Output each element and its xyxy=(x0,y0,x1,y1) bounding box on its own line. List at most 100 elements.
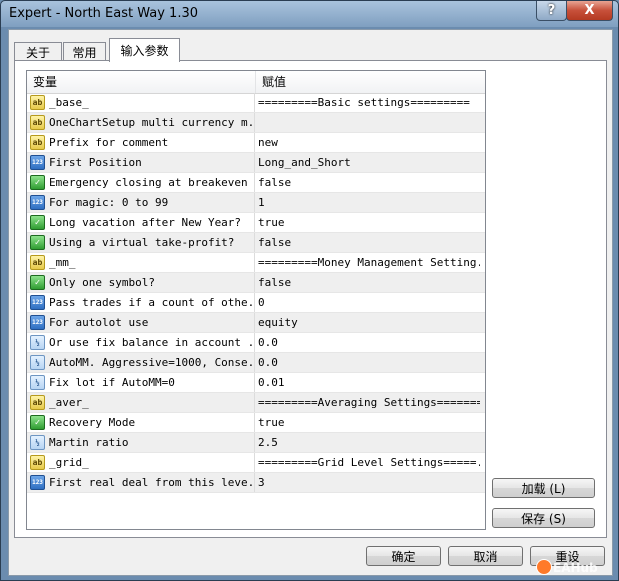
dialog-client: 关于 常用 输入参数 变量 赋值 ab _base_ =========Basic … xyxy=(8,29,613,576)
load-button[interactable]: 加载 (L) xyxy=(492,478,595,498)
parameter-name: Only one symbol? xyxy=(49,276,155,289)
parameter-value[interactable]: 2.5 xyxy=(258,433,480,453)
parameter-value[interactable]: false xyxy=(258,173,480,193)
table-row[interactable]: 123 Pass trades if a count of othe... 0 xyxy=(27,293,485,313)
parameter-value[interactable]: =========Money Management Setting... xyxy=(258,253,480,273)
table-row[interactable]: 123 For magic: 0 to 99 1 xyxy=(27,193,485,213)
parameter-name: _base_ xyxy=(49,96,89,109)
parameter-value[interactable]: Long_and_Short xyxy=(258,153,480,173)
parameter-value[interactable]: false xyxy=(258,233,480,253)
title-bar[interactable]: Expert - North East Way 1.30 ? X xyxy=(1,1,618,27)
parameter-name: Martin ratio xyxy=(49,436,129,449)
double-type-icon: ½ xyxy=(30,355,45,370)
row-divider xyxy=(27,492,485,493)
parameter-value[interactable]: 1 xyxy=(258,193,480,213)
string-type-icon: ab xyxy=(30,115,45,130)
table-row[interactable]: ½ AutoMM. Aggressive=1000, Conse... 0.0 xyxy=(27,353,485,373)
table-row[interactable]: ab _mm_ =========Money Management Setting.… xyxy=(27,253,485,273)
integer-type-icon: 123 xyxy=(30,475,45,490)
parameter-value[interactable]: 0.0 xyxy=(258,353,480,373)
parameter-name: _aver_ xyxy=(49,396,89,409)
column-divider xyxy=(254,293,255,313)
tab-common[interactable]: 常用 xyxy=(63,42,106,61)
column-divider xyxy=(254,473,255,493)
string-type-icon: ab xyxy=(30,255,45,270)
parameter-name: First real deal from this leve... xyxy=(49,476,252,489)
column-divider xyxy=(254,393,255,413)
expert-window: Expert - North East Way 1.30 ? X 关于 常用 输… xyxy=(0,0,619,581)
table-row[interactable]: ab Prefix for comment new xyxy=(27,133,485,153)
string-type-icon: ab xyxy=(30,455,45,470)
tab-about[interactable]: 关于 xyxy=(14,42,62,61)
watermark-logo-icon xyxy=(536,559,552,575)
boolean-type-icon: ✓ xyxy=(30,175,45,190)
column-divider xyxy=(254,153,255,173)
integer-type-icon: 123 xyxy=(30,295,45,310)
integer-type-icon: 123 xyxy=(30,195,45,210)
parameter-name: For autolot use xyxy=(49,316,149,329)
parameter-name: Long vacation after New Year? xyxy=(49,216,242,229)
table-row[interactable]: ✓ Long vacation after New Year? true xyxy=(27,213,485,233)
window-title: Expert - North East Way 1.30 xyxy=(9,6,198,21)
parameter-name: _mm_ xyxy=(49,256,76,269)
table-row[interactable]: ✓ Only one symbol? false xyxy=(27,273,485,293)
parameter-value[interactable]: equity xyxy=(258,313,480,333)
column-divider xyxy=(254,373,255,393)
column-divider xyxy=(254,233,255,253)
boolean-type-icon: ✓ xyxy=(30,215,45,230)
parameter-name: Fix lot if AutoMM=0 xyxy=(49,376,175,389)
parameter-value[interactable]: 0.0 xyxy=(258,333,480,353)
parameter-name: Recovery Mode xyxy=(49,416,136,429)
column-header-value[interactable]: 赋值 xyxy=(256,71,484,93)
parameter-name: Prefix for comment xyxy=(49,136,169,149)
parameter-value[interactable]: =========Basic settings========= xyxy=(258,93,480,113)
ok-button[interactable]: 确定 xyxy=(366,546,441,566)
parameter-name: First Position xyxy=(49,156,142,169)
table-row[interactable]: ab _grid_ =========Grid Level Settings====… xyxy=(27,453,485,473)
parameter-value[interactable]: =========Averaging Settings========= xyxy=(258,393,480,413)
table-row[interactable]: ½ Or use fix balance in account ... 0.0 xyxy=(27,333,485,353)
string-type-icon: ab xyxy=(30,135,45,150)
save-button[interactable]: 保存 (S) xyxy=(492,508,595,528)
column-divider xyxy=(254,313,255,333)
parameter-value[interactable]: true xyxy=(258,413,480,433)
double-type-icon: ½ xyxy=(30,335,45,350)
column-divider xyxy=(254,253,255,273)
table-row[interactable]: ab _base_ =========Basic settings========= xyxy=(27,93,485,113)
parameter-name: Emergency closing at breakeven xyxy=(49,176,248,189)
cancel-button[interactable]: 取消 xyxy=(448,546,523,566)
column-divider xyxy=(254,353,255,373)
table-row[interactable]: ab _aver_ =========Averaging Settings=====… xyxy=(27,393,485,413)
parameter-value[interactable]: false xyxy=(258,273,480,293)
boolean-type-icon: ✓ xyxy=(30,415,45,430)
table-row[interactable]: ✓ Using a virtual take-profit? false xyxy=(27,233,485,253)
table-row[interactable]: ✓ Recovery Mode true xyxy=(27,413,485,433)
parameter-value[interactable]: new xyxy=(258,133,480,153)
parameter-value[interactable]: =========Grid Level Settings=====... xyxy=(258,453,480,473)
parameter-name: Pass trades if a count of othe... xyxy=(49,296,252,309)
watermark-text: EAHub xyxy=(553,561,598,575)
parameter-name: Or use fix balance in account ... xyxy=(49,336,252,349)
table-row[interactable]: ✓ Emergency closing at breakeven false xyxy=(27,173,485,193)
table-row[interactable]: ab OneChartSetup multi currency m... xyxy=(27,113,485,133)
parameter-value[interactable] xyxy=(258,113,480,133)
table-row[interactable]: ½ Martin ratio 2.5 xyxy=(27,433,485,453)
parameter-value[interactable]: 0.01 xyxy=(258,373,480,393)
string-type-icon: ab xyxy=(30,395,45,410)
parameter-value[interactable]: 3 xyxy=(258,473,480,493)
table-row[interactable]: 123 First Position Long_and_Short xyxy=(27,153,485,173)
integer-type-icon: 123 xyxy=(30,155,45,170)
column-divider xyxy=(254,133,255,153)
close-button[interactable]: X xyxy=(566,1,613,21)
grid-header: 变量 赋值 xyxy=(27,71,485,94)
column-divider xyxy=(254,93,255,113)
parameter-value[interactable]: true xyxy=(258,213,480,233)
help-button[interactable]: ? xyxy=(536,1,567,21)
boolean-type-icon: ✓ xyxy=(30,235,45,250)
table-row[interactable]: 123 First real deal from this leve... 3 xyxy=(27,473,485,493)
parameter-value[interactable]: 0 xyxy=(258,293,480,313)
table-row[interactable]: 123 For autolot use equity xyxy=(27,313,485,333)
column-header-variable[interactable]: 变量 xyxy=(27,71,256,93)
table-row[interactable]: ½ Fix lot if AutoMM=0 0.01 xyxy=(27,373,485,393)
tab-inputs[interactable]: 输入参数 xyxy=(109,38,180,62)
